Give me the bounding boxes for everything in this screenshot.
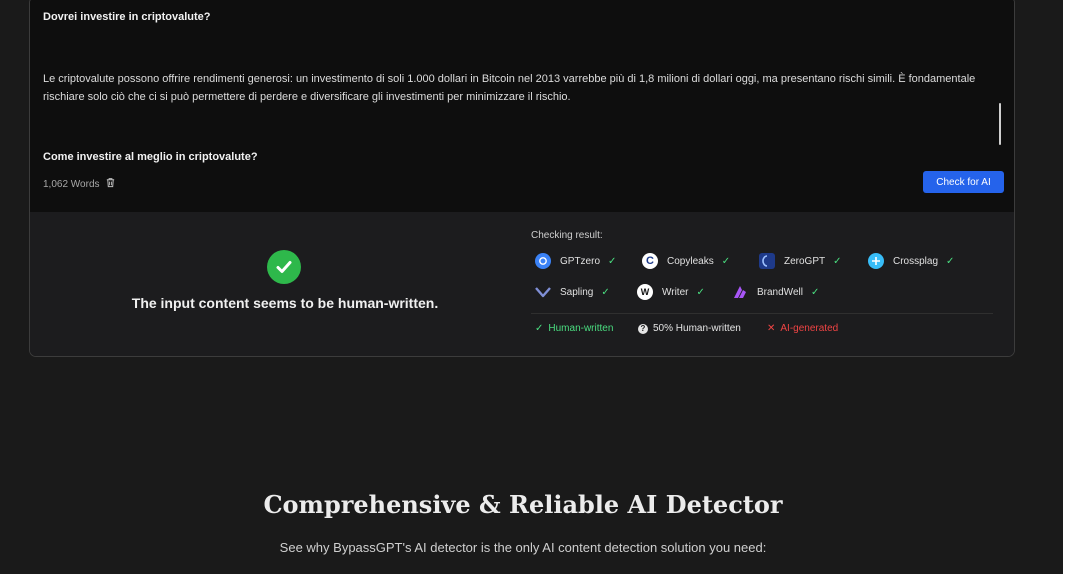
section-heading: Comprehensive & Reliable AI Detector xyxy=(263,490,783,519)
legend-half-label: 50% Human-written xyxy=(653,323,741,334)
crossplag-icon xyxy=(868,253,884,269)
success-check-icon xyxy=(267,250,301,284)
check-icon: ✓ xyxy=(696,286,705,298)
question-heading-2: Come investire al meglio in criptovalute… xyxy=(43,151,258,163)
detector-writer: W Writer ✓ xyxy=(637,284,705,300)
page-edge xyxy=(1063,0,1068,574)
question-circle-icon: ? xyxy=(638,323,648,334)
trash-icon[interactable] xyxy=(105,177,116,191)
legend-divider xyxy=(531,313,993,314)
question-heading-1: Dovrei investire in criptovalute? xyxy=(43,11,211,23)
check-icon: ✓ xyxy=(721,255,731,267)
sapling-icon xyxy=(535,284,551,300)
editor-scrollbar[interactable] xyxy=(999,103,1001,145)
detector-zerogpt: ZeroGPT ✓ xyxy=(759,253,842,269)
text-editor[interactable]: Dovrei investire in criptovalute? Le cri… xyxy=(30,0,1014,212)
gptzero-icon xyxy=(535,253,551,269)
detector-crossplag: Crossplag ✓ xyxy=(868,253,954,269)
detector-sapling: Sapling ✓ xyxy=(535,284,610,300)
check-icon: ✓ xyxy=(810,286,820,298)
detector-name: BrandWell xyxy=(757,286,803,298)
check-icon: ✓ xyxy=(946,255,955,267)
brandwell-icon xyxy=(732,284,748,300)
detector-name: ZeroGPT xyxy=(784,255,826,267)
check-for-ai-button[interactable]: Check for AI xyxy=(923,171,1004,193)
detector-name: GPTzero xyxy=(560,255,601,267)
word-count-label: 1,062 Words xyxy=(43,178,100,190)
detector-brandwell: BrandWell ✓ xyxy=(732,284,819,300)
legend-human: ✓ Human-written xyxy=(535,323,613,334)
legend-half: ? 50% Human-written xyxy=(638,323,741,334)
detector-name: Sapling xyxy=(560,286,594,298)
verdict-text: The input content seems to be human-writ… xyxy=(131,295,439,311)
detector-copyleaks: C Copyleaks ✓ xyxy=(642,253,730,269)
detector-name: Copyleaks xyxy=(667,255,714,267)
section-subtext: See why BypassGPT's AI detector is the o… xyxy=(279,540,767,555)
result-panel: The input content seems to be human-writ… xyxy=(30,212,1014,356)
detector-card: Dovrei investire in criptovalute? Le cri… xyxy=(29,0,1015,357)
copyleaks-icon: C xyxy=(642,253,658,269)
legend-human-label: Human-written xyxy=(548,323,614,334)
detector-name: Writer xyxy=(662,286,689,298)
check-icon: ✓ xyxy=(535,323,544,334)
detector-gptzero: GPTzero ✓ xyxy=(535,253,616,269)
check-icon: ✓ xyxy=(601,286,610,298)
legend-ai-label: AI-generated xyxy=(780,323,839,334)
answer-paragraph: Le criptovalute possono offrire rendimen… xyxy=(43,73,976,103)
check-icon: ✓ xyxy=(608,255,617,267)
checking-result-label: Checking result: xyxy=(531,230,603,241)
word-count: 1,062 Words xyxy=(43,177,116,191)
check-icon: ✓ xyxy=(833,255,842,267)
cross-icon: ✕ xyxy=(767,323,776,334)
legend-ai: ✕ AI-generated xyxy=(767,323,838,334)
zerogpt-icon xyxy=(759,253,775,269)
writer-icon: W xyxy=(637,284,653,300)
detector-name: Crossplag xyxy=(893,255,939,267)
